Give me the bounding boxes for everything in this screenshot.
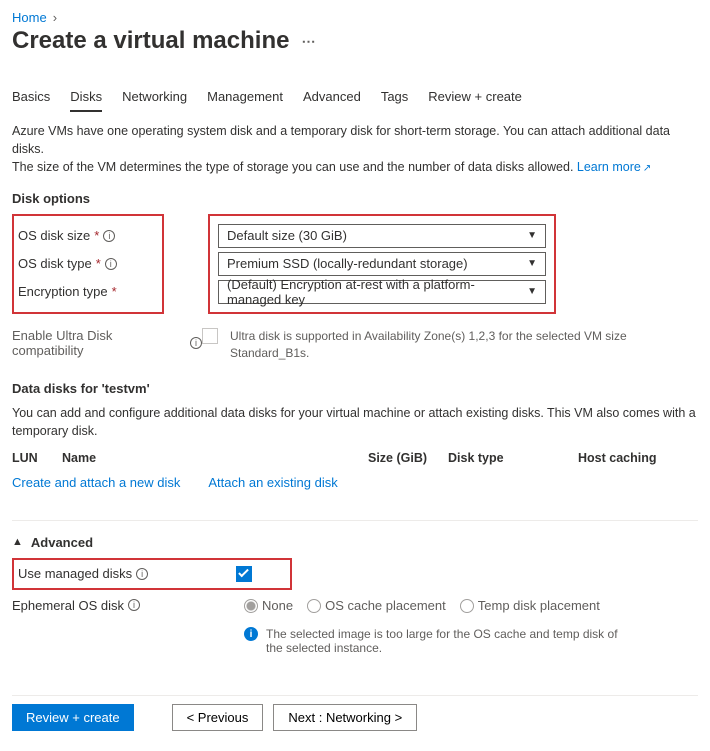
use-managed-disks-checkbox[interactable] [236,566,252,582]
info-icon: i [244,627,258,641]
encryption-type-dropdown[interactable]: (Default) Encryption at-rest with a plat… [218,280,546,304]
review-create-button[interactable]: Review + create [12,704,134,731]
tab-basics[interactable]: Basics [12,85,50,112]
chevron-down-icon: ▼ [527,230,537,241]
required-icon: * [94,228,99,243]
chevron-up-icon: ▲ [12,536,23,548]
next-button[interactable]: Next : Networking > [273,704,417,731]
ephemeral-note: The selected image is too large for the … [266,627,626,655]
use-managed-disks-label: Use managed disks [18,566,132,581]
tabs: Basics Disks Networking Management Advan… [12,85,698,112]
learn-more-link[interactable]: Learn more↗ [577,160,651,174]
os-disk-type-label: OS disk type [18,256,92,271]
previous-button[interactable]: < Previous [172,704,264,731]
highlighted-labels: OS disk size * i OS disk type * i Encryp… [12,214,164,314]
highlighted-controls: Default size (30 GiB) ▼ Premium SSD (loc… [208,214,556,314]
create-disk-link[interactable]: Create and attach a new disk [12,475,180,490]
ephemeral-os-disk-label: Ephemeral OS disk [12,598,124,613]
encryption-type-label: Encryption type [18,284,108,299]
disk-options-heading: Disk options [12,191,698,206]
info-icon[interactable]: i [105,258,117,270]
advanced-section-toggle[interactable]: ▲ Advanced [12,535,698,550]
ultra-disk-note: Ultra disk is supported in Availability … [230,328,650,362]
info-icon[interactable]: i [103,230,115,242]
tab-review-create[interactable]: Review + create [428,85,522,112]
breadcrumb: Home › [12,10,698,25]
data-disks-table-header: LUN Name Size (GiB) Disk type Host cachi… [12,447,698,469]
more-icon[interactable]: ⋯ [301,33,317,50]
ephemeral-os-cache-radio[interactable]: OS cache placement [307,598,446,614]
col-size: Size (GiB) [368,451,448,465]
tab-networking[interactable]: Networking [122,85,187,112]
col-name: Name [62,451,368,465]
ultra-disk-checkbox[interactable] [202,328,218,344]
external-link-icon: ↗ [643,163,651,174]
tab-management[interactable]: Management [207,85,283,112]
info-icon[interactable]: i [136,568,148,580]
footer: Review + create < Previous Next : Networ… [12,695,698,731]
col-lun: LUN [12,451,62,465]
os-disk-size-dropdown[interactable]: Default size (30 GiB) ▼ [218,224,546,248]
chevron-down-icon: ▼ [527,258,537,269]
info-icon[interactable]: i [128,599,140,611]
required-icon: * [112,284,117,299]
highlighted-managed-disks: Use managed disks i [12,558,292,590]
chevron-down-icon: ▼ [527,286,537,297]
os-disk-type-dropdown[interactable]: Premium SSD (locally-redundant storage) … [218,252,546,276]
required-icon: * [96,256,101,271]
os-disk-size-label: OS disk size [18,228,90,243]
divider [12,520,698,521]
col-type: Disk type [448,451,578,465]
page-title: Create a virtual machine ⋯ [12,27,698,55]
col-cache: Host caching [578,451,698,465]
chevron-right-icon: › [53,10,57,25]
tab-disks[interactable]: Disks [70,85,102,112]
ultra-disk-label: Enable Ultra Disk compatibility [12,328,186,358]
tab-tags[interactable]: Tags [381,85,408,112]
attach-disk-link[interactable]: Attach an existing disk [208,475,337,490]
ephemeral-temp-disk-radio[interactable]: Temp disk placement [460,598,600,614]
tab-description: Azure VMs have one operating system disk… [12,122,698,177]
info-icon[interactable]: i [190,337,202,349]
data-disks-heading: Data disks for 'testvm' [12,381,698,396]
tab-advanced[interactable]: Advanced [303,85,361,112]
data-disks-desc: You can add and configure additional dat… [12,404,698,440]
ephemeral-none-radio[interactable]: None [244,598,293,614]
breadcrumb-home[interactable]: Home [12,10,47,25]
